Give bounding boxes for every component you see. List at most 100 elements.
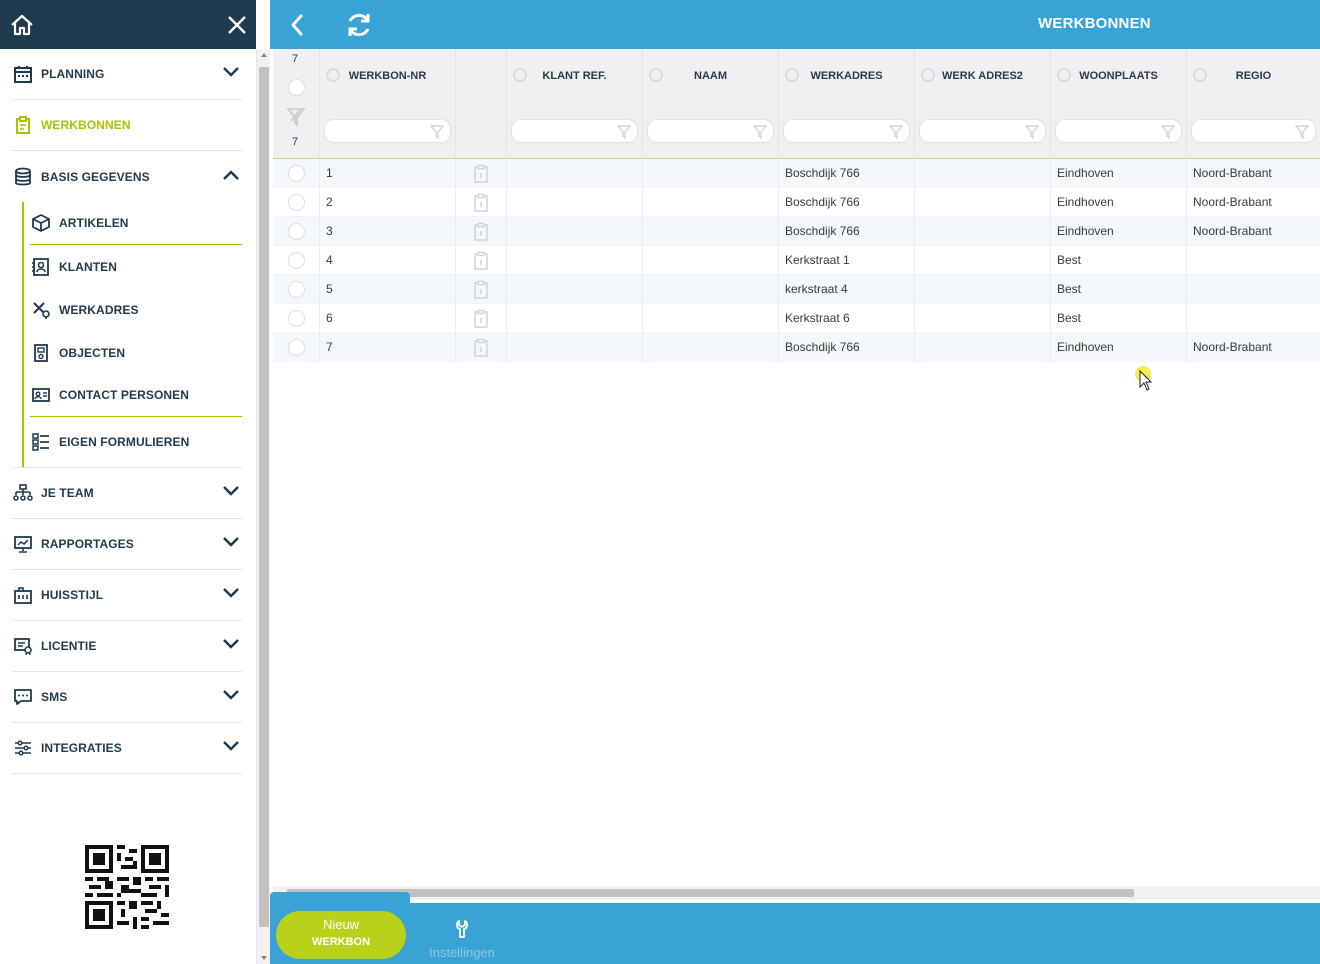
scrollbar-thumb[interactable] xyxy=(287,889,1134,897)
filter-icon[interactable] xyxy=(752,125,768,144)
back-arrow-icon[interactable] xyxy=(290,13,304,42)
close-icon[interactable] xyxy=(226,14,248,36)
chevron-down-icon[interactable] xyxy=(222,637,240,655)
filter-icon[interactable] xyxy=(429,125,445,144)
cell-werk-adres2 xyxy=(915,275,1051,304)
column-regio[interactable]: REGIO xyxy=(1187,49,1320,159)
new-werkbon-button[interactable]: Nieuw WERKBON xyxy=(276,911,406,959)
row-select-radio[interactable] xyxy=(288,165,305,182)
address-book-icon xyxy=(30,256,52,278)
filter-icon[interactable] xyxy=(1160,125,1176,144)
sidebar-item-huisstijl[interactable]: HUISSTIJL xyxy=(12,570,242,621)
sidebar-subitem-objecten[interactable]: OBJECTEN xyxy=(30,331,242,374)
cell-klant-ref xyxy=(507,159,643,188)
table-row[interactable]: 3 Boschdijk 766 Eindhoven Noord-Brabant xyxy=(273,217,1320,246)
sidebar-subitem-werkadres[interactable]: WERKADRES xyxy=(30,288,242,331)
sidebar-item-label: KLANTEN xyxy=(59,259,118,274)
table-row[interactable]: 5 kerkstraat 4 Best xyxy=(273,275,1320,304)
column-werkadres[interactable]: WERKADRES xyxy=(779,49,915,159)
clipboard-icon[interactable] xyxy=(473,164,489,187)
sidebar-item-label: OBJECTEN xyxy=(59,345,126,360)
row-select-radio[interactable] xyxy=(288,223,305,240)
filter-input-woonplaats[interactable] xyxy=(1055,119,1182,143)
sidebar-item-label: HUISSTIJL xyxy=(41,588,104,602)
table-row[interactable]: 4 Kerkstraat 1 Best xyxy=(273,246,1320,275)
sidebar-item-sms[interactable]: SMS xyxy=(12,672,242,723)
column-werk-adres2[interactable]: WERK ADRES2 xyxy=(915,49,1051,159)
row-select-radio[interactable] xyxy=(288,194,305,211)
sidebar-subitem-artikelen[interactable]: ARTIKELEN xyxy=(30,202,242,245)
row-select-radio[interactable] xyxy=(288,310,305,327)
scrollbar-thumb[interactable] xyxy=(259,67,269,927)
sidebar-subitem-contact-personen[interactable]: CONTACT PERSONEN xyxy=(30,374,242,417)
chevron-down-icon[interactable] xyxy=(222,739,240,757)
chevron-down-icon[interactable] xyxy=(222,586,240,604)
new-button-line1: Nieuw xyxy=(322,917,360,932)
sidebar-item-label: JE TEAM xyxy=(41,486,94,500)
scroll-down-icon[interactable] xyxy=(261,956,267,960)
row-select-radio[interactable] xyxy=(288,281,305,298)
sidebar-subitem-eigen-formulieren[interactable]: EIGEN FORMULIEREN xyxy=(30,417,242,467)
row-select-radio[interactable] xyxy=(288,252,305,269)
cell-regio: Noord-Brabant xyxy=(1193,340,1272,354)
filter-icon[interactable] xyxy=(616,125,632,144)
clipboard-icon[interactable] xyxy=(473,193,489,216)
chevron-up-icon[interactable] xyxy=(222,168,240,186)
column-werkbon-nr[interactable]: WERKBON-NR xyxy=(320,49,456,159)
filter-input-werk-adres2[interactable] xyxy=(919,119,1046,143)
row-clipboard-cell xyxy=(456,217,507,246)
filter-icon[interactable] xyxy=(888,125,904,144)
cell-werk-adres2 xyxy=(915,246,1051,275)
cell-werkadres: Boschdijk 766 xyxy=(779,188,915,217)
cell-werk-adres2 xyxy=(915,217,1051,246)
sidebar-item-label: RAPPORTAGES xyxy=(41,537,134,551)
sidebar-item-licentie[interactable]: LICENTIE xyxy=(12,621,242,672)
main-content: WERKBONNEN 7 7 WERKBON-NR KLANT REF. NAA… xyxy=(270,0,1320,964)
filter-input-werkadres[interactable] xyxy=(783,119,910,143)
cell-naam xyxy=(643,159,779,188)
sidebar-item-integraties[interactable]: INTEGRATIES xyxy=(12,723,242,774)
grid-body: 1 Boschdijk 766 Eindhoven Noord-Brabant 2 Bos… xyxy=(273,159,1320,362)
chevron-down-icon[interactable] xyxy=(222,484,240,502)
sidebar-item-werkbonnen[interactable]: WERKBONNEN xyxy=(12,100,242,151)
filter-input-werkbon-nr[interactable] xyxy=(324,119,451,143)
sidebar-item-basis-gegevens[interactable]: BASIS GEGEVENS xyxy=(12,151,242,202)
filter-icon[interactable] xyxy=(1294,125,1310,144)
filter-input-klant-ref[interactable] xyxy=(511,119,638,143)
sidebar-item-rapportages[interactable]: RAPPORTAGES xyxy=(12,519,242,570)
filter-input-regio[interactable] xyxy=(1191,119,1316,143)
clipboard-icon[interactable] xyxy=(473,222,489,245)
row-clipboard-cell xyxy=(456,275,507,304)
table-row[interactable]: 7 Boschdijk 766 Eindhoven Noord-Brabant xyxy=(273,333,1320,362)
chevron-down-icon[interactable] xyxy=(222,65,240,83)
scroll-up-icon[interactable] xyxy=(261,53,267,57)
table-row[interactable]: 2 Boschdijk 766 Eindhoven Noord-Brabant xyxy=(273,188,1320,217)
grid-horizontal-scrollbar[interactable] xyxy=(273,886,1320,900)
refresh-icon[interactable] xyxy=(344,10,374,45)
sidebar-item-planning[interactable]: PLANNING xyxy=(12,49,242,100)
settings-button[interactable]: Instellingen xyxy=(426,919,498,960)
chevron-down-icon[interactable] xyxy=(222,688,240,706)
row-select-radio[interactable] xyxy=(288,339,305,356)
filter-icon[interactable] xyxy=(1024,125,1040,144)
home-icon[interactable] xyxy=(10,14,34,36)
clipboard-icon[interactable] xyxy=(473,251,489,274)
clear-filter-icon[interactable] xyxy=(286,107,306,132)
select-all-radio[interactable] xyxy=(288,79,305,96)
table-row[interactable]: 6 Kerkstraat 6 Best xyxy=(273,304,1320,333)
column-header-label: REGIO xyxy=(1235,70,1272,82)
sidebar-item-je-team[interactable]: JE TEAM xyxy=(12,468,242,519)
clipboard-icon[interactable] xyxy=(473,280,489,303)
column-naam[interactable]: NAAM xyxy=(643,49,779,159)
sidebar-subitem-klanten[interactable]: KLANTEN xyxy=(30,245,242,288)
chevron-down-icon[interactable] xyxy=(222,535,240,553)
form-list-icon xyxy=(30,431,52,453)
cell-klant-ref xyxy=(507,217,643,246)
clipboard-icon[interactable] xyxy=(473,338,489,361)
column-klant-ref[interactable]: KLANT REF. xyxy=(507,49,643,159)
column-woonplaats[interactable]: WOONPLAATS xyxy=(1051,49,1187,159)
sidebar-scrollbar[interactable] xyxy=(256,49,270,964)
table-row[interactable]: 1 Boschdijk 766 Eindhoven Noord-Brabant xyxy=(273,159,1320,188)
clipboard-icon[interactable] xyxy=(473,309,489,332)
filter-input-naam[interactable] xyxy=(647,119,774,143)
